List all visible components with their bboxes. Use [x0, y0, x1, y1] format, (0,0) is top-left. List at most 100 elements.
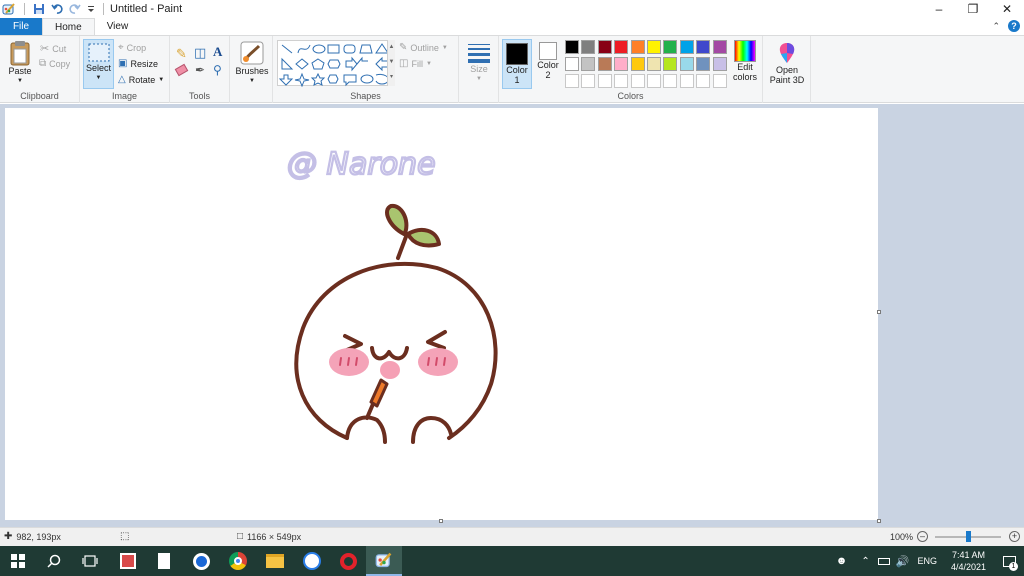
- palette-swatch[interactable]: [597, 40, 612, 54]
- undo-icon[interactable]: [51, 3, 63, 15]
- palette-swatch[interactable]: [630, 57, 645, 71]
- tab-file[interactable]: File: [0, 18, 42, 35]
- color2-button[interactable]: Color 2: [536, 42, 560, 80]
- custom-color-slot[interactable]: [663, 74, 678, 88]
- tab-home[interactable]: Home: [42, 18, 95, 35]
- magnifier-icon[interactable]: ⚲: [213, 63, 222, 77]
- select-button[interactable]: Select ▼: [83, 39, 114, 89]
- color1-button[interactable]: Color 1: [502, 39, 532, 89]
- palette-swatch[interactable]: [679, 57, 694, 71]
- volume-icon[interactable]: 🔊: [896, 555, 910, 568]
- pencil-icon[interactable]: ✎: [176, 46, 187, 62]
- start-button[interactable]: [0, 546, 36, 576]
- battery-icon[interactable]: [877, 557, 890, 565]
- copy-label: Copy: [49, 58, 71, 69]
- edit-colors-button[interactable]: Edit colors: [731, 40, 759, 82]
- custom-color-slot[interactable]: [581, 74, 596, 88]
- task-view-button[interactable]: [72, 546, 108, 576]
- taskbar-app-file-explorer[interactable]: [257, 546, 293, 576]
- minimize-button[interactable]: –: [922, 0, 956, 18]
- cut-button[interactable]: ✂ Cut: [40, 42, 66, 55]
- palette-swatch[interactable]: [614, 57, 629, 71]
- paste-button[interactable]: Paste ▼: [6, 40, 34, 86]
- palette-swatch[interactable]: [663, 40, 678, 54]
- taskbar-app-notepad[interactable]: [146, 546, 182, 576]
- palette-swatch[interactable]: [581, 57, 596, 71]
- title-bar: Untitled - Paint – ❐ ✕: [0, 0, 1024, 18]
- taskbar-app-opera[interactable]: [330, 546, 366, 576]
- crop-button[interactable]: ⌖ Crop: [118, 42, 146, 53]
- palette-swatch[interactable]: [647, 57, 661, 71]
- brushes-button[interactable]: Brushes ▼: [235, 40, 269, 86]
- zoom-in-button[interactable]: +: [1009, 531, 1020, 542]
- resize-handle-right[interactable]: [877, 310, 881, 314]
- save-icon[interactable]: [33, 3, 45, 15]
- rotate-button[interactable]: △ Rotate ▼: [118, 74, 164, 85]
- resize-handle-bottom[interactable]: [439, 519, 443, 523]
- restore-button[interactable]: ❐: [956, 0, 990, 18]
- drawing-canvas[interactable]: @ Narone: [5, 108, 878, 520]
- customize-toolbar-icon[interactable]: [87, 4, 95, 14]
- palette-swatch[interactable]: [696, 40, 711, 54]
- notifications-button[interactable]: 1: [994, 546, 1024, 576]
- resize-handle-corner[interactable]: [877, 519, 881, 523]
- palette-swatch[interactable]: [581, 40, 596, 54]
- custom-color-slot[interactable]: [630, 74, 645, 88]
- open-paint3d-button[interactable]: Open Paint 3D: [767, 41, 807, 85]
- left-eye: [343, 334, 363, 352]
- copy-button[interactable]: ⧉ Copy: [39, 58, 70, 69]
- palette-swatch[interactable]: [712, 40, 727, 54]
- custom-color-slot[interactable]: [712, 74, 727, 88]
- palette-swatch[interactable]: [647, 40, 661, 54]
- chevron-down-icon: ▼: [476, 76, 482, 82]
- collapse-ribbon-icon[interactable]: ⌃: [992, 21, 1000, 32]
- custom-color-slot[interactable]: [565, 74, 579, 88]
- palette-swatch[interactable]: [663, 57, 678, 71]
- palette-swatch[interactable]: [712, 57, 727, 71]
- palette-swatch[interactable]: [679, 40, 694, 54]
- separator: [24, 3, 25, 15]
- zoom-out-button[interactable]: –: [917, 531, 929, 542]
- custom-color-slot[interactable]: [679, 74, 694, 88]
- language-indicator[interactable]: ENG: [917, 556, 937, 566]
- colors-group: Color 1 Color 2 Edit colors Colors: [499, 36, 763, 103]
- palette-swatch[interactable]: [565, 57, 579, 71]
- left-foot: [345, 415, 387, 444]
- custom-color-slot[interactable]: [696, 74, 711, 88]
- palette-swatch[interactable]: [614, 40, 629, 54]
- taskbar-app-chrome[interactable]: [220, 546, 256, 576]
- shapes-gallery[interactable]: [277, 40, 395, 88]
- taskbar-app-zalo[interactable]: [294, 546, 330, 576]
- custom-color-slot[interactable]: [597, 74, 612, 88]
- palette-swatch[interactable]: [597, 57, 612, 71]
- zoom-slider-thumb[interactable]: [966, 531, 971, 542]
- close-button[interactable]: ✕: [990, 0, 1024, 18]
- show-hidden-icons-icon[interactable]: ⌃: [861, 556, 869, 567]
- outline-button[interactable]: ✎ Outline ▼: [399, 42, 448, 53]
- taskbar-app-teamviewer[interactable]: [183, 546, 219, 576]
- palette-swatch[interactable]: [696, 57, 711, 71]
- clock[interactable]: 7:41 AM 4/4/2021: [951, 549, 986, 573]
- fill-bucket-icon[interactable]: ◫: [194, 45, 206, 61]
- custom-color-slot[interactable]: [614, 74, 629, 88]
- redo-icon[interactable]: [69, 3, 81, 15]
- palette-swatch[interactable]: [630, 40, 645, 54]
- fill-button[interactable]: ◫ Fill ▼: [399, 58, 432, 69]
- search-button[interactable]: [36, 546, 72, 576]
- shapes-scrollbar[interactable]: ▲ ▼ ▾: [387, 40, 395, 86]
- taskbar-app-paint[interactable]: [366, 546, 402, 576]
- color-picker-icon[interactable]: ✒: [195, 63, 205, 77]
- palette-swatch[interactable]: [565, 40, 579, 54]
- taskbar-app-snipping[interactable]: [110, 546, 146, 576]
- text-icon[interactable]: A: [213, 44, 222, 60]
- separator: [103, 3, 104, 15]
- image-group: Select ▼ ⌖ Crop ▣ Resize △ Rotate ▼ Imag…: [80, 36, 170, 103]
- clock-date: 4/4/2021: [950, 562, 986, 572]
- eraser-icon[interactable]: [174, 63, 189, 77]
- size-button[interactable]: Size ▼: [463, 42, 495, 84]
- tab-view[interactable]: View: [95, 18, 141, 35]
- help-icon[interactable]: ?: [1008, 20, 1020, 32]
- people-icon[interactable]: ☻: [836, 555, 848, 567]
- custom-color-slot[interactable]: [647, 74, 661, 88]
- resize-button[interactable]: ▣ Resize: [118, 58, 158, 69]
